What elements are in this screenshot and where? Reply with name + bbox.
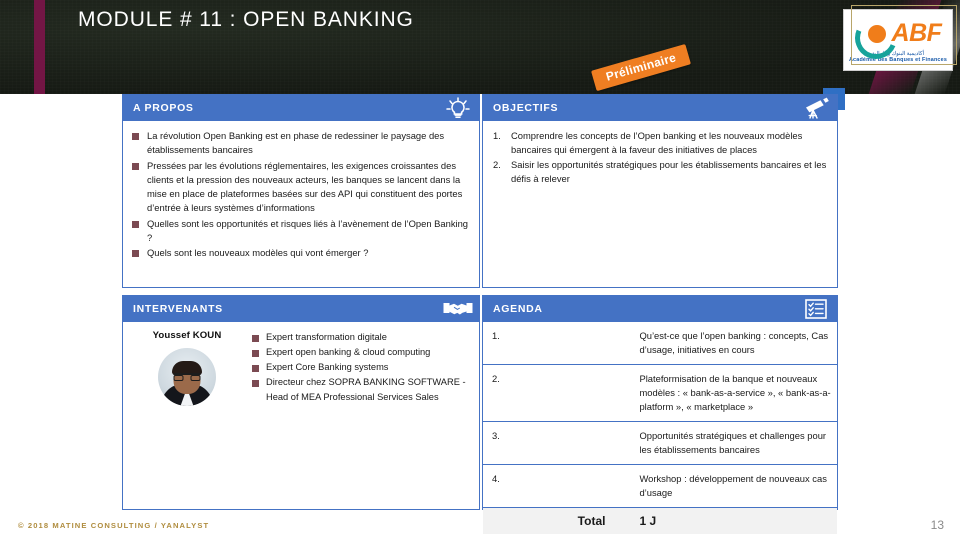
panel-agenda: AGENDA 1. Qu’est-ce que l’open banking :… — [482, 295, 838, 534]
panel-agenda-title: AGENDA — [493, 303, 543, 315]
panel-a-propos-body: La révolution Open Banking est en phase … — [123, 121, 479, 268]
banner-magenta-stripe — [34, 0, 45, 94]
checklist-icon — [801, 298, 831, 320]
list-item: Pressées par les évolutions réglementair… — [131, 159, 471, 216]
list-item: Comprendre les concepts de l’Open bankin… — [493, 129, 803, 156]
agenda-row-number: 2. — [483, 364, 640, 422]
objectifs-numbered-list: Comprendre les concepts de l’Open bankin… — [491, 129, 829, 186]
agenda-row-number: 4. — [483, 464, 640, 508]
page-number: 13 — [930, 518, 944, 532]
handshake-icon — [443, 298, 473, 320]
panel-agenda-header: AGENDA — [483, 296, 837, 322]
logo-french-subtitle: Académie des Banques et Finances — [848, 57, 948, 63]
telescope-icon — [801, 97, 831, 119]
panel-intervenants: INTERVENANTS Youssef KOUN Expert transfo… — [122, 295, 480, 510]
avatar — [158, 348, 216, 406]
agenda-row-text: Qu’est-ce que l’open banking : concepts,… — [639, 322, 837, 365]
list-item: Quels sont les nouveaux modèles qui vont… — [131, 246, 471, 260]
lightbulb-icon — [443, 97, 473, 119]
list-item: La révolution Open Banking est en phase … — [131, 129, 471, 158]
intervenants-bullet-list: Expert transformation digitale Expert op… — [251, 330, 473, 405]
slide-title: MODULE # 11 : OPEN BANKING — [78, 8, 414, 31]
logo-swoosh-icon — [848, 10, 903, 66]
panel-a-propos-header: A PROPOS — [123, 95, 479, 121]
footer-copyright: © 2018 MATINE CONSULTING / YANALYST — [18, 521, 210, 530]
list-item: Expert open banking & cloud computing — [251, 345, 473, 360]
agenda-row-number: 1. — [483, 322, 640, 365]
speaker-name: Youssef KOUN — [152, 330, 222, 341]
list-item: Saisir les opportunités stratégiques pou… — [493, 158, 827, 184]
agenda-total-label: Total — [483, 507, 640, 534]
table-row: 3. Opportunités stratégiques et challeng… — [483, 421, 837, 465]
agenda-row-number: 3. — [483, 421, 640, 465]
panel-objectifs-header: OBJECTIFS — [483, 95, 837, 121]
logo-lockup: ABF — [848, 10, 948, 66]
slide-banner: MODULE # 11 : OPEN BANKING — [0, 0, 960, 94]
agenda-total-value: 1 J — [639, 507, 837, 534]
agenda-row-text: Workshop : développement de nouveaux cas… — [639, 464, 837, 508]
agenda-table: 1. Qu’est-ce que l’open banking : concep… — [483, 322, 837, 534]
list-item: Directeur chez SOPRA BANKING SOFTWARE - … — [251, 375, 473, 405]
panel-a-propos-title: A PROPOS — [133, 102, 194, 114]
a-propos-bullet-list: La révolution Open Banking est en phase … — [131, 129, 471, 261]
panel-intervenants-title: INTERVENANTS — [133, 303, 223, 315]
panel-a-propos: A PROPOS La révolution Open Banking est … — [122, 94, 480, 288]
agenda-row-text: Plateformisation de la banque et nouveau… — [639, 364, 837, 422]
agenda-row-text: Opportunités stratégiques et challenges … — [639, 421, 837, 465]
speaker-profile: Youssef KOUN — [129, 329, 245, 406]
speaker-credentials: Expert transformation digitale Expert op… — [251, 329, 473, 406]
list-item: Quelles sont les opportunités et risques… — [131, 217, 471, 246]
list-item: Expert Core Banking systems — [251, 360, 473, 375]
abf-logo: ABF أكاديمية البنوك و المالية Académie d… — [843, 9, 953, 71]
logo-wordmark: ABF — [891, 18, 942, 47]
table-row: 4. Workshop : développement de nouveaux … — [483, 464, 837, 508]
agenda-total-row: Total 1 J — [483, 507, 837, 534]
panel-intervenants-body: Youssef KOUN Expert transformation digit… — [123, 322, 479, 406]
panel-intervenants-header: INTERVENANTS — [123, 296, 479, 322]
list-item: Expert transformation digitale — [251, 330, 473, 345]
panel-objectifs: OBJECTIFS Comprendre les concepts de l’O… — [482, 94, 838, 288]
panel-objectifs-title: OBJECTIFS — [493, 102, 559, 114]
table-row: 2. Plateformisation de la banque et nouv… — [483, 364, 837, 422]
table-row: 1. Qu’est-ce que l’open banking : concep… — [483, 322, 837, 365]
panel-objectifs-body: Comprendre les concepts de l’Open bankin… — [483, 121, 837, 192]
